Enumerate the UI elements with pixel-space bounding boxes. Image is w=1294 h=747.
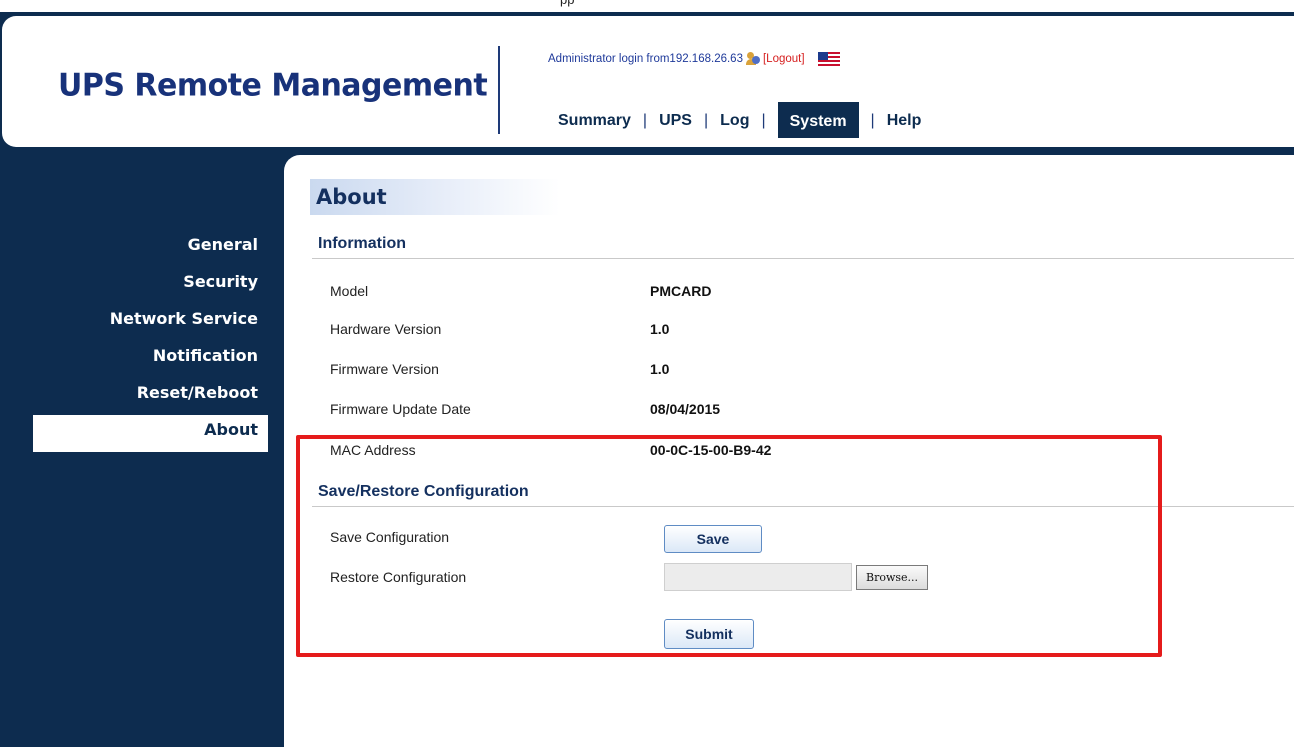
info-value-model: PMCARD: [650, 283, 712, 299]
information-heading: Information: [312, 235, 1294, 259]
nav-separator: |: [870, 112, 875, 129]
save-button[interactable]: Save: [664, 525, 762, 553]
nav-separator: |: [642, 112, 648, 129]
nav-tab-log[interactable]: Log: [720, 112, 749, 130]
login-info: Administrator login from192.168.26.63 [L…: [548, 52, 840, 66]
nav-tab-summary[interactable]: Summary: [558, 112, 631, 130]
save-config-label: Save Configuration: [330, 529, 450, 545]
users-icon: [745, 52, 760, 66]
info-label-firmware-update-date: Firmware Update Date: [330, 401, 471, 417]
info-value-mac-address: 00-0C-15-00-B9-42: [650, 442, 772, 458]
app-logo: UPS Remote Management: [58, 67, 488, 104]
sidebar-item-about[interactable]: About: [33, 415, 268, 452]
nav-tab-ups[interactable]: UPS: [659, 112, 692, 130]
sidebar-item-general[interactable]: General: [0, 230, 268, 267]
restore-config-label: Restore Configuration: [330, 569, 467, 585]
restore-file-input[interactable]: [664, 563, 852, 591]
window-caption: pp: [560, 0, 574, 7]
nav-tab-help[interactable]: Help: [887, 112, 922, 130]
logout-link[interactable]: [Logout]: [763, 53, 805, 65]
sidebar-item-reset-reboot[interactable]: Reset/Reboot: [0, 378, 268, 415]
info-label-hardware-version: Hardware Version: [330, 321, 442, 337]
config-heading: Save/Restore Configuration: [312, 483, 1294, 507]
sidebar-item-notification[interactable]: Notification: [0, 341, 268, 378]
browse-button[interactable]: Browse...: [856, 565, 928, 590]
us-flag-icon[interactable]: [817, 52, 840, 66]
login-text: Administrator login from192.168.26.63: [548, 53, 743, 65]
info-value-hardware-version: 1.0: [650, 321, 670, 337]
header-divider: [498, 46, 500, 134]
submit-button[interactable]: Submit: [664, 619, 754, 649]
sidebar: General Security Network Service Notific…: [0, 230, 268, 452]
nav-tab-system[interactable]: System: [777, 102, 859, 138]
sidebar-item-security[interactable]: Security: [0, 267, 268, 304]
main-nav: Summary | UPS | Log | System | Help: [558, 102, 922, 138]
top-frame: pp: [0, 0, 1294, 12]
header: UPS Remote Management Administrator logi…: [2, 16, 1294, 147]
info-label-firmware-version: Firmware Version: [330, 361, 439, 377]
info-label-mac-address: MAC Address: [330, 442, 416, 458]
sidebar-item-network-service[interactable]: Network Service: [0, 304, 268, 341]
nav-separator: |: [761, 112, 766, 129]
page-title: About: [310, 179, 560, 215]
nav-separator: |: [703, 112, 709, 129]
main-content: About Information Model PMCARD Hardware …: [284, 155, 1294, 747]
info-value-firmware-update-date: 08/04/2015: [650, 401, 721, 417]
info-label-model: Model: [330, 283, 369, 299]
info-value-firmware-version: 1.0: [650, 361, 670, 377]
